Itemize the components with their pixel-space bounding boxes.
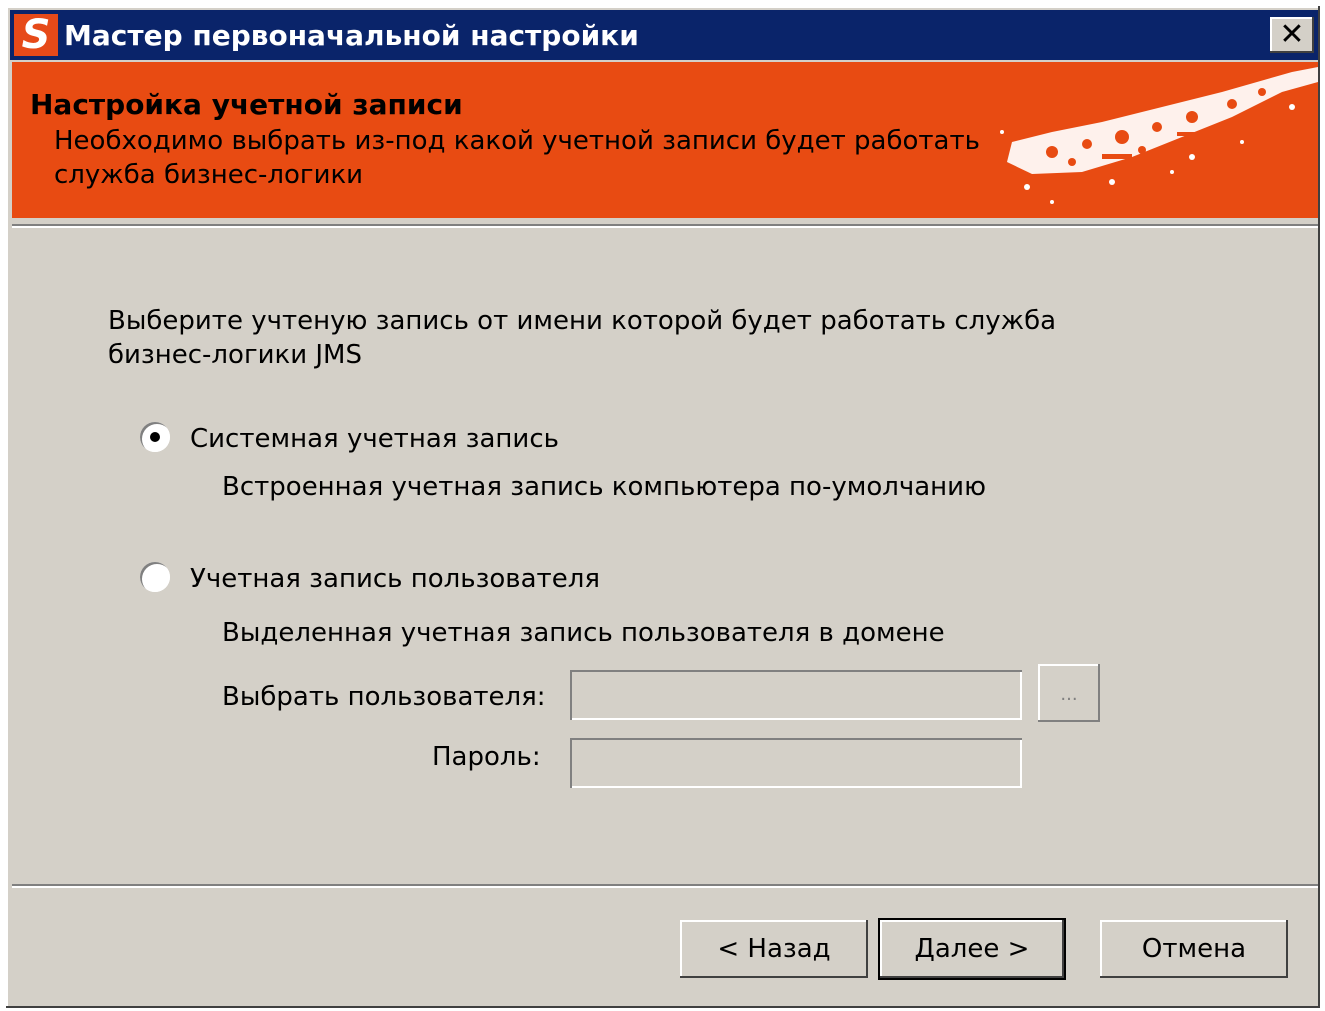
app-logo-icon: S [14, 14, 58, 56]
select-user-field[interactable] [570, 670, 1022, 720]
header-separator [12, 224, 1318, 228]
radio-selected-dot [150, 432, 160, 442]
system-account-radio[interactable] [140, 422, 170, 452]
system-account-description: Встроенная учетная запись компьютера по-… [222, 472, 986, 502]
window-title: Мастер первоначальной настройки [64, 19, 639, 52]
footer-separator [12, 884, 1318, 888]
banner-splash-graphic [1000, 67, 1318, 204]
banner-subtitle: Необходимо выбрать из-под какой учетной … [54, 126, 980, 190]
user-account-radio[interactable] [140, 562, 170, 592]
close-button[interactable]: ✕ [1270, 17, 1314, 53]
password-field[interactable] [570, 738, 1022, 788]
next-button[interactable]: Далее > [878, 918, 1066, 980]
back-button[interactable]: < Назад [680, 920, 868, 978]
banner-title: Настройка учетной записи [30, 88, 463, 121]
header-banner: Настройка учетной записи Необходимо выбр… [12, 62, 1318, 218]
user-account-label[interactable]: Учетная запись пользователя [190, 562, 600, 596]
select-user-label: Выбрать пользователя: [222, 682, 546, 712]
browse-user-button[interactable]: ... [1038, 664, 1100, 722]
password-label: Пароль: [432, 742, 541, 772]
intro-text: Выберите учтеную запись от имени которой… [108, 306, 1057, 370]
user-account-description: Выделенная учетная запись пользователя в… [222, 618, 945, 648]
system-account-label[interactable]: Системная учетная запись [190, 422, 559, 456]
cancel-button[interactable]: Отмена [1100, 920, 1288, 978]
